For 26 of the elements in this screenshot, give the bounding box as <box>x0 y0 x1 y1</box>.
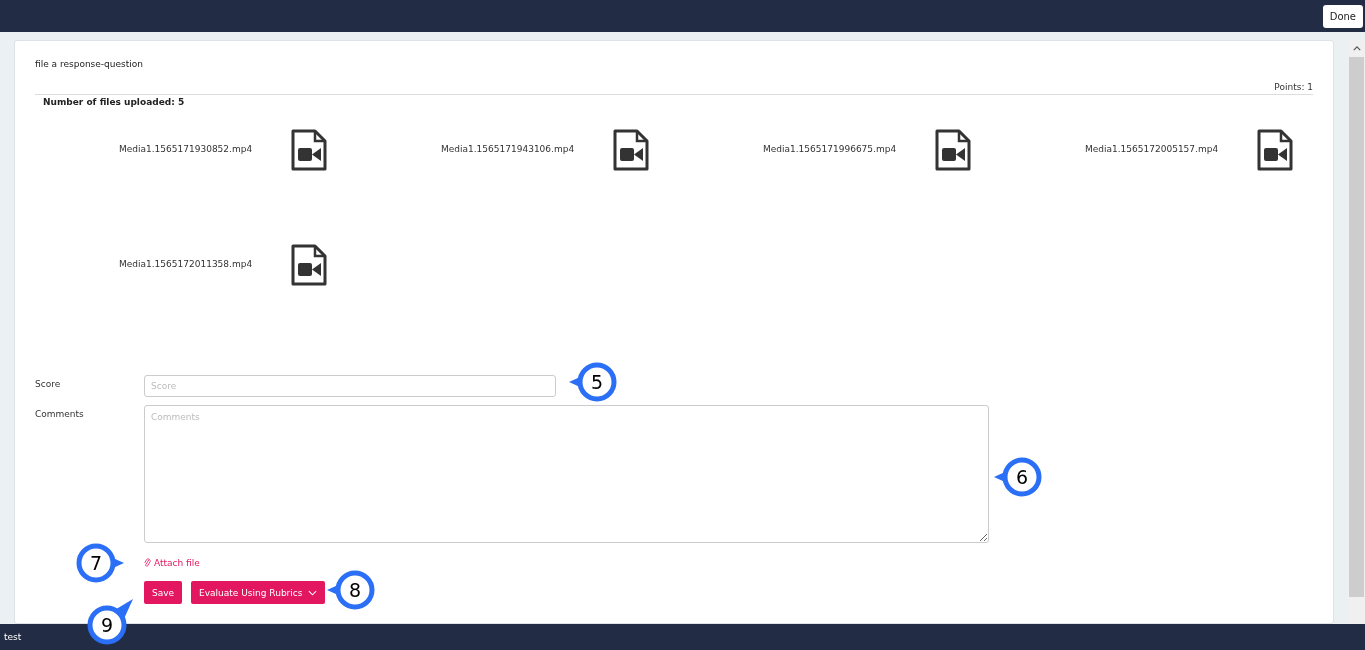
save-button[interactable]: Save <box>144 581 183 604</box>
video-file-icon[interactable] <box>613 129 649 171</box>
scrollbar[interactable] <box>1348 40 1365 624</box>
score-field[interactable]: Score <box>144 375 556 397</box>
video-file-icon[interactable] <box>935 129 971 171</box>
comments-field[interactable]: Comments <box>144 405 989 543</box>
caret-icon <box>308 589 318 596</box>
video-file-icon[interactable] <box>1257 129 1293 171</box>
file-name[interactable]: Media1.1565172005157.mp4 <box>1085 144 1255 154</box>
points-label: Points: 1 <box>1274 82 1313 92</box>
scroll-up-icon[interactable] <box>1352 46 1361 51</box>
status-text: test <box>4 632 22 642</box>
file-name[interactable]: Media1.1565172011358.mp4 <box>119 259 289 269</box>
score-label: Score <box>35 378 62 389</box>
file-name[interactable]: Media1.1565171930852.mp4 <box>119 144 289 154</box>
file-name[interactable]: Media1.1565171943106.mp4 <box>441 144 611 154</box>
comments-label: Comments <box>35 408 85 419</box>
done-button[interactable]: Done <box>1322 4 1363 28</box>
question-title: file a response-question <box>35 59 144 69</box>
video-file-icon[interactable] <box>291 129 327 171</box>
video-file-icon[interactable] <box>291 244 327 286</box>
attach-file-link[interactable]: Attach file <box>144 557 200 568</box>
paperclip-icon <box>144 557 151 568</box>
rubrics-dropdown-button[interactable]: Evaluate Using Rubrics <box>191 581 326 604</box>
files-count: Number of files uploaded: 5 <box>42 97 186 107</box>
file-name[interactable]: Media1.1565171996675.mp4 <box>763 144 933 154</box>
